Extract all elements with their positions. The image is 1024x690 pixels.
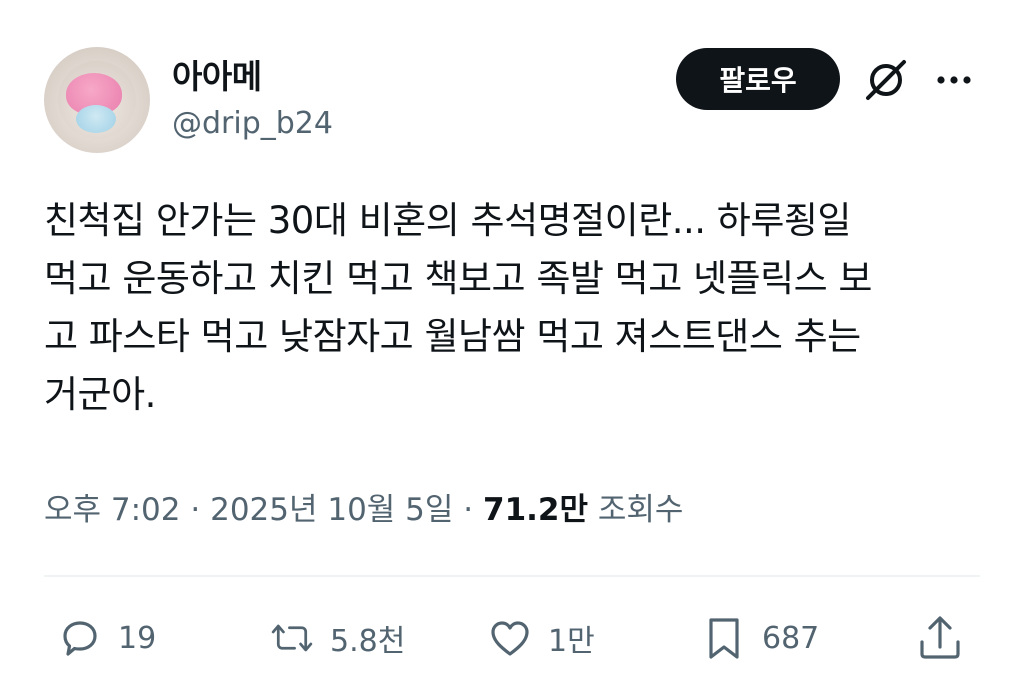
- avatar-blue-plush: [76, 105, 116, 133]
- share-icon[interactable]: [914, 612, 966, 664]
- user-handle[interactable]: @drip_b24: [172, 106, 333, 141]
- bookmark-count: 687: [762, 620, 820, 656]
- tweet-text-line: 친척집 안가는 30대 비혼의 추석명절이란... 하루죙일: [44, 199, 851, 242]
- tweet-text: 친척집 안가는 30대 비혼의 추석명절이란... 하루죙일 먹고 운동하고 치…: [44, 192, 974, 424]
- reply-count: 19: [118, 620, 157, 656]
- like-button[interactable]: 1만: [486, 612, 595, 664]
- tweet-text-line: 거군아.: [44, 373, 156, 416]
- reply-button[interactable]: 19: [56, 612, 156, 664]
- bookmark-icon: [709, 618, 739, 659]
- display-name[interactable]: 아아메: [172, 50, 262, 98]
- views-label: 조회수: [597, 492, 684, 528]
- avatar[interactable]: [44, 47, 150, 153]
- repost-button[interactable]: 5.8천: [268, 612, 405, 664]
- grok-icon[interactable]: [862, 56, 910, 104]
- divider: [44, 575, 980, 577]
- repost-icon: [271, 624, 313, 652]
- meta-separator: ·: [190, 492, 201, 528]
- repost-count: 5.8천: [330, 624, 406, 659]
- tweet-meta: 오후 7:02 · 2025년 10월 5일 · 71.2만 조회수: [44, 484, 683, 529]
- bookmark-button[interactable]: 687: [700, 612, 819, 664]
- reply-icon: [63, 621, 97, 656]
- meta-separator: ·: [463, 492, 474, 528]
- follow-button[interactable]: 팔로우: [676, 48, 840, 110]
- tweet-date[interactable]: 2025년 10월 5일: [210, 492, 453, 528]
- more-icon[interactable]: [934, 60, 974, 100]
- heart-icon: [491, 621, 529, 656]
- tweet-text-line: 먹고 운동하고 치킨 먹고 책보고 족발 먹고 넷플릭스 보: [44, 257, 872, 300]
- tweet-text-line: 고 파스타 먹고 낮잠자고 월남쌈 먹고 져스트댄스 추는: [44, 315, 861, 358]
- like-count: 1만: [548, 624, 595, 659]
- tweet-time[interactable]: 오후 7:02: [44, 492, 181, 528]
- views-count[interactable]: 71.2만: [483, 492, 588, 528]
